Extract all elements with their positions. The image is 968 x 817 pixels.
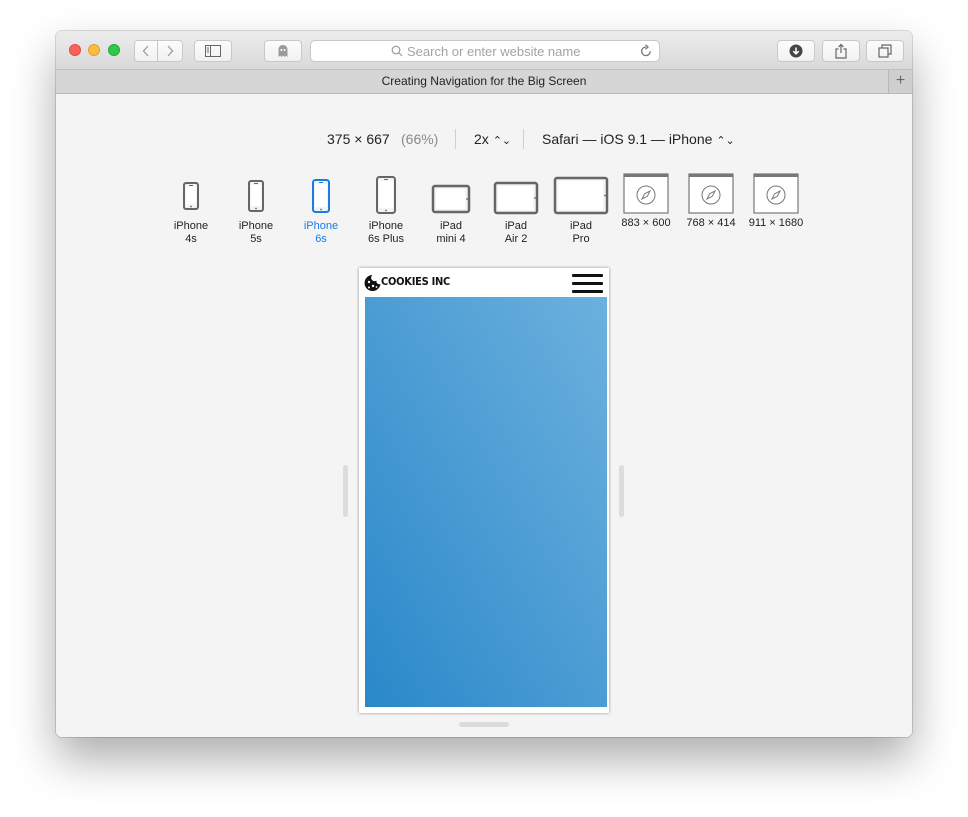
- device-ipad-mini-4[interactable]: iPad mini 4: [421, 169, 481, 249]
- sidebar-toggle-button[interactable]: [194, 40, 232, 62]
- ghost-icon: [278, 45, 288, 57]
- resize-handle-bottom[interactable]: [459, 722, 509, 727]
- device-sublabel: Air 2: [504, 233, 528, 245]
- download-icon: [789, 44, 803, 58]
- device-preset-883x600[interactable]: 883 × 600: [616, 169, 676, 249]
- device-iphone-6s-plus[interactable]: iPhone 6s Plus: [356, 169, 416, 249]
- responsive-toolbar: 375 × 667 (66%) 2x ⌃⌄ Safari — iOS 9.1 —…: [56, 128, 912, 150]
- browser-toolbar: [56, 31, 912, 70]
- viewport-zoom: (66%): [401, 131, 439, 147]
- device-sublabel: 4s: [185, 233, 197, 245]
- device-label: iPhone: [238, 220, 274, 232]
- ipad-icon: [553, 176, 609, 215]
- share-button[interactable]: [822, 40, 860, 62]
- device-label: 883 × 600: [621, 217, 671, 229]
- tab-title[interactable]: Creating Navigation for the Big Screen: [56, 74, 912, 88]
- share-icon: [835, 43, 847, 59]
- new-tab-button[interactable]: +: [888, 70, 912, 93]
- forward-button[interactable]: [158, 40, 183, 62]
- hero-section: [365, 297, 607, 707]
- device-sublabel: 6s Plus: [367, 233, 405, 245]
- device-iphone-4s[interactable]: iPhone 4s: [161, 169, 221, 249]
- browser-window: Creating Navigation for the Big Screen +…: [56, 31, 912, 737]
- device-label: iPad: [569, 220, 593, 232]
- iphone-icon: [312, 179, 330, 213]
- safari-window-icon: [753, 173, 799, 214]
- back-button[interactable]: [134, 40, 158, 62]
- device-label: iPhone: [303, 220, 339, 232]
- minimize-window-button[interactable]: [88, 44, 100, 56]
- chevron-left-icon: [142, 45, 149, 57]
- address-input[interactable]: [407, 42, 607, 60]
- tabs-overview-icon: [878, 44, 892, 58]
- iphone-icon: [376, 176, 396, 214]
- device-ipad-pro[interactable]: iPad Pro: [551, 169, 611, 249]
- viewport-size: 375 × 667: [327, 131, 390, 147]
- ipad-icon: [493, 181, 539, 215]
- tab-bar: Creating Navigation for the Big Screen +: [56, 70, 912, 94]
- device-iphone-6s[interactable]: iPhone 6s: [291, 169, 351, 249]
- maximize-window-button[interactable]: [108, 44, 120, 56]
- device-sublabel: 6s: [315, 233, 327, 245]
- sidebar-icon: [205, 45, 221, 57]
- device-label: iPhone: [173, 220, 209, 232]
- ipad-icon: [431, 184, 471, 214]
- device-sublabel: 5s: [250, 233, 262, 245]
- device-preset-911x1680[interactable]: 911 × 1680: [746, 169, 806, 249]
- iphone-icon: [248, 180, 264, 212]
- ghostery-extension-button[interactable]: [264, 40, 302, 62]
- divider: [455, 129, 456, 149]
- downloads-button[interactable]: [777, 40, 815, 62]
- resize-handle-left[interactable]: [343, 465, 348, 517]
- safari-window-icon: [688, 173, 734, 214]
- user-agent-select[interactable]: Safari — iOS 9.1 — iPhone ⌃⌄: [542, 131, 735, 147]
- device-sublabel: mini 4: [436, 233, 466, 245]
- chevron-updown-icon: ⌃⌄: [492, 135, 512, 147]
- iphone-icon: [183, 182, 199, 210]
- show-tabs-button[interactable]: [866, 40, 904, 62]
- reload-icon[interactable]: [639, 44, 653, 58]
- divider: [523, 129, 524, 149]
- device-label: 911 × 1680: [748, 217, 804, 229]
- device-label: iPad: [439, 220, 463, 232]
- site-logo-text[interactable]: COOKIES INC: [381, 275, 450, 288]
- resize-handle-right[interactable]: [619, 465, 624, 517]
- device-iphone-5s[interactable]: iPhone 5s: [226, 169, 286, 249]
- device-preset-768x414[interactable]: 768 × 414: [681, 169, 741, 249]
- responsive-design-mode: 375 × 667 (66%) 2x ⌃⌄ Safari — iOS 9.1 —…: [56, 94, 912, 737]
- device-viewport[interactable]: COOKIES INC: [359, 268, 609, 713]
- close-window-button[interactable]: [69, 44, 81, 56]
- hamburger-menu-icon[interactable]: [572, 274, 603, 295]
- device-sublabel: Pro: [572, 233, 590, 245]
- device-label: 768 × 414: [686, 217, 736, 229]
- chevron-right-icon: [167, 45, 174, 57]
- search-icon: [391, 45, 403, 57]
- safari-window-icon: [623, 173, 669, 214]
- address-bar[interactable]: [310, 40, 660, 62]
- device-ipad-air-2[interactable]: iPad Air 2: [486, 169, 546, 249]
- device-label: iPhone: [368, 220, 404, 232]
- pixel-ratio-select[interactable]: 2x ⌃⌄: [474, 131, 511, 147]
- site-header: COOKIES INC: [359, 268, 609, 297]
- cookie-logo-icon: [364, 275, 381, 291]
- chevron-updown-icon: ⌃⌄: [716, 135, 735, 147]
- device-label: iPad: [504, 220, 528, 232]
